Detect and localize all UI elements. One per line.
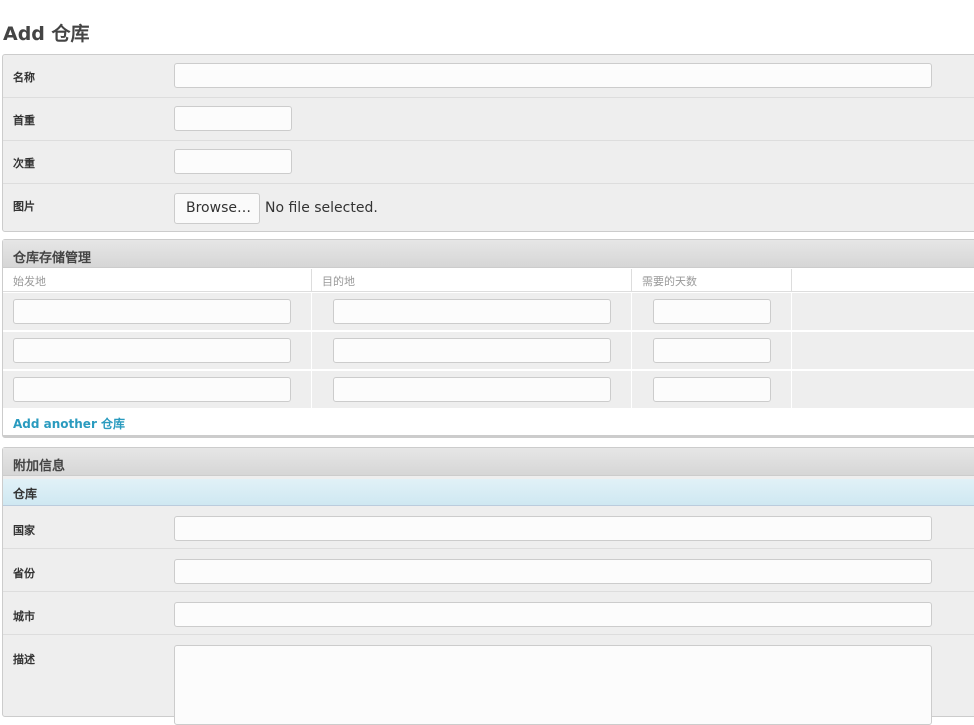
name-label: 名称 — [13, 71, 35, 84]
first-weight-input[interactable] — [174, 106, 292, 131]
province-label: 省份 — [13, 567, 35, 580]
storage-cell — [3, 371, 312, 409]
add-another-link[interactable]: Add another 仓库 — [13, 415, 125, 432]
storage-cell — [632, 293, 792, 331]
storage-cell — [632, 371, 792, 409]
storage-fieldset: 仓库存储管理 始发地 目的地 需要的天数 Add another 仓库 — [2, 239, 974, 438]
storage-cell — [312, 371, 632, 409]
storage-row — [3, 293, 974, 331]
column-days: 需要的天数 — [632, 269, 792, 292]
extra-fieldset: 附加信息 仓库 国家 省份 城市 描述 — [2, 447, 974, 725]
country-input[interactable] — [174, 516, 932, 541]
storage-row — [3, 332, 974, 370]
storage-cell — [632, 332, 792, 370]
storage-header: 仓库存储管理 — [3, 240, 974, 268]
browse-button[interactable]: Browse… — [174, 193, 260, 224]
origin-input[interactable] — [13, 338, 291, 363]
storage-cell — [312, 293, 632, 331]
storage-row — [3, 371, 974, 409]
destination-input[interactable] — [333, 377, 611, 402]
warehouse-subheader: 仓库 — [3, 479, 974, 506]
storage-cell — [312, 332, 632, 370]
extra-header: 附加信息 — [3, 448, 974, 476]
description-textarea[interactable] — [174, 645, 932, 725]
destination-input[interactable] — [333, 299, 611, 324]
origin-input[interactable] — [13, 377, 291, 402]
additional-weight-label: 次重 — [13, 157, 35, 170]
days-input[interactable] — [653, 377, 771, 402]
column-destination: 目的地 — [312, 269, 632, 292]
file-status: No file selected. — [265, 200, 378, 216]
additional-weight-input[interactable] — [174, 149, 292, 174]
country-label: 国家 — [13, 524, 35, 537]
city-input[interactable] — [174, 602, 932, 627]
destination-input[interactable] — [333, 338, 611, 363]
image-label: 图片 — [13, 200, 35, 213]
city-label: 城市 — [13, 610, 35, 623]
basic-fieldset: 名称 首重 次重 图片 Browse… No file selected. — [2, 54, 974, 232]
column-origin: 始发地 — [3, 269, 312, 292]
first-weight-label: 首重 — [13, 114, 35, 127]
province-input[interactable] — [174, 559, 932, 584]
page-title: Add 仓库 — [3, 23, 90, 45]
storage-cell — [3, 293, 312, 331]
origin-input[interactable] — [13, 299, 291, 324]
days-input[interactable] — [653, 338, 771, 363]
name-input[interactable] — [174, 63, 932, 88]
storage-cell — [3, 332, 312, 370]
description-label: 描述 — [13, 653, 35, 666]
days-input[interactable] — [653, 299, 771, 324]
